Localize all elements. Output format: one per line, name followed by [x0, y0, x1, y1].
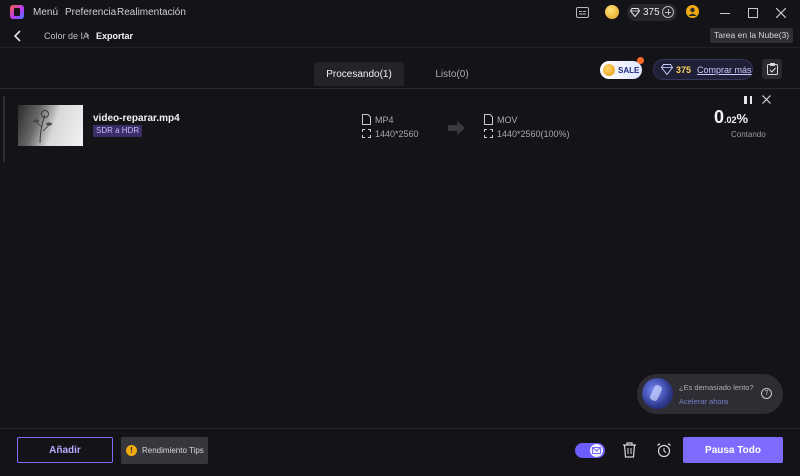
- warning-icon: !: [126, 445, 137, 456]
- menu-item-menu[interactable]: Menú: [33, 7, 58, 18]
- target-format: MOV: [497, 115, 518, 125]
- progress-status: Contando: [731, 130, 766, 139]
- notification-dot: [637, 57, 644, 64]
- breadcrumb-item-export: Exportar: [96, 31, 134, 41]
- breadcrumb-item-ai-color[interactable]: Color de IA: [44, 31, 89, 41]
- mode-tag: SDR a HDR: [93, 125, 143, 137]
- pause-all-button[interactable]: Pausa Todo: [683, 437, 783, 463]
- tab-done[interactable]: Listo(0): [420, 62, 484, 86]
- clipboard-icon[interactable]: [762, 59, 782, 79]
- minimize-icon[interactable]: [715, 4, 735, 21]
- tab-processing[interactable]: Procesando(1): [314, 62, 404, 86]
- diamond-icon: [629, 8, 641, 18]
- credits-value: 375: [643, 7, 660, 18]
- close-icon[interactable]: [762, 95, 771, 104]
- progress-int: 0: [714, 107, 725, 127]
- breadcrumb-separator: ›: [86, 30, 90, 41]
- sale-label: SALE: [618, 65, 640, 75]
- rocket-avatar-icon: [642, 378, 673, 409]
- buy-more-link[interactable]: Comprar más: [697, 65, 752, 75]
- cloud-task-button[interactable]: Tarea en la Nube(3): [710, 28, 794, 43]
- maximize-icon[interactable]: [743, 4, 763, 21]
- performance-tips-label: Rendimiento Tips: [142, 446, 204, 455]
- file-name: video-reparar.mp4: [93, 113, 180, 124]
- diamond-icon: [660, 64, 674, 76]
- pause-icon[interactable]: [744, 96, 752, 104]
- progress-decimal: .02: [724, 115, 737, 125]
- plus-icon[interactable]: [662, 6, 674, 18]
- source-format: MP4: [375, 115, 394, 125]
- source-resolution: 1440*2560: [375, 129, 419, 139]
- add-button[interactable]: Añadir: [17, 437, 113, 463]
- performance-tips-button[interactable]: ! Rendimiento Tips: [121, 437, 208, 464]
- resize-icon: [484, 129, 493, 138]
- user-icon[interactable]: [686, 5, 699, 18]
- file-icon: [362, 114, 371, 125]
- chevron-left-icon[interactable]: [11, 29, 25, 43]
- menu-item-feedback[interactable]: Realimentación: [117, 7, 186, 18]
- coin-icon: [603, 64, 615, 76]
- close-icon[interactable]: [771, 4, 791, 21]
- sale-badge[interactable]: SALE: [600, 61, 642, 79]
- video-thumbnail[interactable]: [18, 105, 83, 146]
- trash-icon[interactable]: [622, 442, 637, 458]
- progress-percent: 0.02%: [714, 107, 748, 128]
- progress-symbol: %: [736, 111, 749, 126]
- app-logo-icon: [10, 5, 24, 19]
- coin-icon[interactable]: [605, 5, 619, 19]
- mail-icon: [590, 444, 603, 457]
- buy-credits-count: 375: [676, 65, 692, 75]
- speed-up-link[interactable]: Acelerar ahora: [679, 397, 728, 406]
- resize-icon: [362, 129, 371, 138]
- file-icon: [484, 114, 493, 125]
- alarm-clock-icon[interactable]: [656, 442, 672, 458]
- help-icon[interactable]: ?: [761, 388, 772, 399]
- target-resolution: 1440*2560(100%): [497, 129, 570, 139]
- arrow-right-icon: [448, 121, 466, 135]
- help-question: ¿Es demasiado lento?: [679, 383, 754, 392]
- menu-item-preferences[interactable]: Preferencia: [65, 7, 116, 18]
- captions-icon[interactable]: [575, 5, 590, 20]
- bottom-bar: [0, 428, 800, 476]
